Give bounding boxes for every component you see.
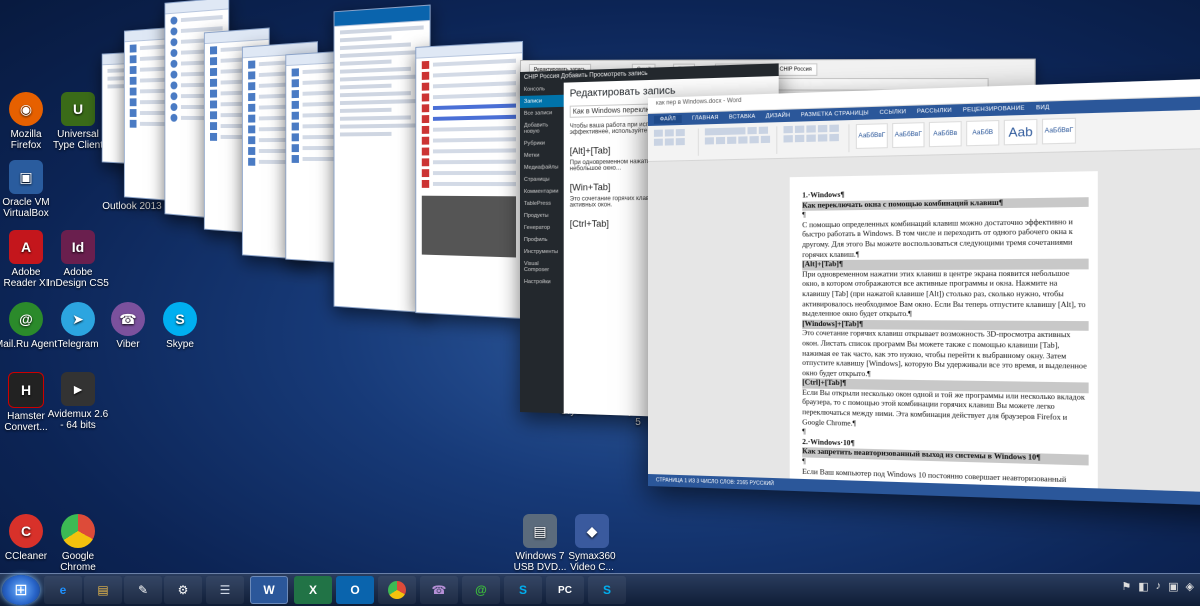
desktop-icon-virtualbox[interactable]: ▣ Oracle VM VirtualBox xyxy=(0,160,58,219)
wp-menu-item[interactable]: Рубрики xyxy=(520,137,564,150)
style-item[interactable]: АаБбВв xyxy=(928,121,962,148)
taskbar-mailru[interactable]: @ xyxy=(462,576,500,604)
system-tray: ⚑ ◧ ♪ ▣ ◈ xyxy=(1121,580,1194,593)
wp-menu-item[interactable]: Добавить новую xyxy=(520,119,564,138)
mailru-icon: @ xyxy=(9,302,43,336)
desktop-icon-universal-type-client[interactable]: U Universal Type Client xyxy=(46,92,110,151)
desktop-icon-google-chrome[interactable]: Google Chrome xyxy=(46,514,110,573)
volume-icon[interactable]: ♪ xyxy=(1156,580,1162,593)
telegram-icon: ➤ xyxy=(61,302,95,336)
wp-menu-item[interactable]: Профиль xyxy=(520,234,564,246)
taskbar-pc-tool[interactable]: PC xyxy=(546,576,584,604)
wp-menu-item[interactable]: Комментарии xyxy=(520,186,564,198)
style-item[interactable]: АаБбВвГ xyxy=(892,122,925,149)
taskbar-notepad[interactable]: ☰ xyxy=(206,576,244,604)
wp-menu-item[interactable]: Страницы xyxy=(520,173,564,186)
wp-menu-item[interactable]: Все записи xyxy=(520,107,564,120)
symax-icon: ◆ xyxy=(575,514,609,548)
flag-icon[interactable]: ⚑ xyxy=(1121,580,1131,593)
virtualbox-icon: ▣ xyxy=(9,160,43,194)
paragraph-group xyxy=(783,124,850,154)
style-item[interactable]: Ааb xyxy=(1003,118,1038,146)
document-canvas: 1.·Windows¶ Как переключать окна с помощ… xyxy=(648,148,1200,493)
ribbon-tab-insert[interactable]: ВСТАВКА xyxy=(729,114,756,121)
usb-dvd-tool-icon: ▤ xyxy=(523,514,557,548)
style-item[interactable]: АаБбВвГ xyxy=(1041,117,1077,145)
wp-menu-item[interactable]: Медиафайлы xyxy=(520,161,564,174)
desktop-icon-avidemux[interactable]: ► Avidemux 2.6 - 64 bits xyxy=(46,372,110,431)
hamster-icon: H xyxy=(8,372,44,408)
icon-label: Google Chrome xyxy=(60,551,96,573)
indesign-icon: Id xyxy=(61,230,95,264)
ribbon-tab-layout[interactable]: РАЗМЕТКА СТРАНИЦЫ xyxy=(801,110,869,118)
taskbar-word[interactable]: W xyxy=(250,576,288,604)
doc-line: Это сочетание горячих клавиш открывает в… xyxy=(802,329,1087,378)
shield-icon[interactable]: ◈ xyxy=(1186,580,1194,593)
icon-label: Skype xyxy=(166,339,194,350)
wp-menu-item[interactable]: Настройки xyxy=(520,276,564,288)
wp-sidebar: Консоль Записи Все записи Добавить новую… xyxy=(520,82,564,414)
icon-label: Oracle VM VirtualBox xyxy=(2,197,50,219)
style-item[interactable]: АаБбВвГ xyxy=(855,123,888,149)
wp-menu-item[interactable]: Visual Composer xyxy=(520,258,564,276)
start-button[interactable]: ⊞ xyxy=(2,575,40,605)
icon-label: Avidemux 2.6 - 64 bits xyxy=(47,409,109,431)
taskbar-skype[interactable]: S xyxy=(504,576,542,604)
taskbar-excel[interactable]: X xyxy=(294,576,332,604)
taskbar-tool[interactable]: ⚙ xyxy=(164,576,202,604)
taskbar-ie[interactable]: e xyxy=(44,576,82,604)
icon-label: Symax360 Video C... xyxy=(568,551,616,573)
chrome-icon xyxy=(61,514,95,548)
ribbon-tab-mailings[interactable]: РАССЫЛКИ xyxy=(917,108,952,115)
chrome-icon xyxy=(388,581,406,599)
ribbon-tab-file[interactable]: ФАЙЛ xyxy=(653,114,682,124)
window-stack-filelist[interactable] xyxy=(415,40,524,320)
taskbar-outlook[interactable]: O xyxy=(336,576,374,604)
adobe-reader-icon: A xyxy=(9,230,43,264)
ribbon-tab-review[interactable]: РЕЦЕНЗИРОВАНИЕ xyxy=(963,105,1025,113)
ribbon-tab-view[interactable]: ВИД xyxy=(1036,105,1050,112)
desktop-icon-indesign[interactable]: Id Adobe InDesign CS5 xyxy=(46,230,110,289)
taskbar: ⊞ e ▤ ✎ ⚙ ☰ W X O ☎ @ S PC S ⚑ ◧ ♪ ▣ ◈ xyxy=(0,573,1200,606)
clipboard-group xyxy=(653,128,699,157)
document-page[interactable]: 1.·Windows¶ Как переключать окна с помощ… xyxy=(789,171,1098,489)
wp-menu-item[interactable]: Генератор xyxy=(520,222,564,234)
taskbar-explorer[interactable]: ▤ xyxy=(84,576,122,604)
ribbon-tab-home[interactable]: ГЛАВНАЯ xyxy=(692,115,719,122)
wp-menu-item[interactable]: Инструменты xyxy=(520,246,564,258)
ribbon-tab-design[interactable]: ДИЗАЙН xyxy=(766,113,791,120)
doc-line: Если Вы открыли несколько окон одной и т… xyxy=(802,388,1085,428)
firefox-icon: ◉ xyxy=(9,92,43,126)
network-icon[interactable]: ◧ xyxy=(1138,580,1148,593)
avidemux-icon: ► xyxy=(61,372,95,406)
lock-icon[interactable]: ▣ xyxy=(1168,580,1178,593)
taskbar-chrome[interactable] xyxy=(378,576,416,604)
icon-label: Universal Type Client xyxy=(52,129,104,151)
taskbar-paint[interactable]: ✎ xyxy=(124,576,162,604)
taskbar-skype-2[interactable]: S xyxy=(588,576,626,604)
doc-line: С помощью определенных комбинаций клавиш… xyxy=(802,217,1073,259)
font-group xyxy=(704,126,778,156)
doc-line: При одновременном нажатии этих клавиш в … xyxy=(802,269,1086,319)
word-window[interactable]: как пер в Windows.docx - Word ФАЙЛ ГЛАВН… xyxy=(648,77,1200,507)
icon-label: Outlook 2013 xyxy=(102,201,162,212)
ribbon-tab-references[interactable]: ССЫЛКИ xyxy=(880,109,907,116)
ccleaner-icon: C xyxy=(9,514,43,548)
taskbar-viber[interactable]: ☎ xyxy=(420,576,458,604)
viber-icon: ☎ xyxy=(111,302,145,336)
windows-logo-icon: ⊞ xyxy=(14,582,28,599)
desktop-icon-skype[interactable]: S Skype xyxy=(148,302,212,350)
skype-icon: S xyxy=(163,302,197,336)
style-item[interactable]: АаБбВ xyxy=(966,119,1000,147)
wp-menu-item[interactable]: Метки xyxy=(520,149,564,162)
universal-type-client-icon: U xyxy=(61,92,95,126)
wp-menu-item[interactable]: TablePress xyxy=(520,198,564,210)
styles-gallery[interactable]: АаБбВвГ АаБбВвГ АаБбВв АаБбВ Ааb АаБбВвГ xyxy=(855,117,1077,152)
icon-label: Adobe InDesign CS5 xyxy=(47,267,109,289)
wp-menu-item[interactable]: Продукты xyxy=(520,210,564,222)
desktop-icon-symax360[interactable]: ◆ Symax360 Video C... xyxy=(560,514,624,573)
